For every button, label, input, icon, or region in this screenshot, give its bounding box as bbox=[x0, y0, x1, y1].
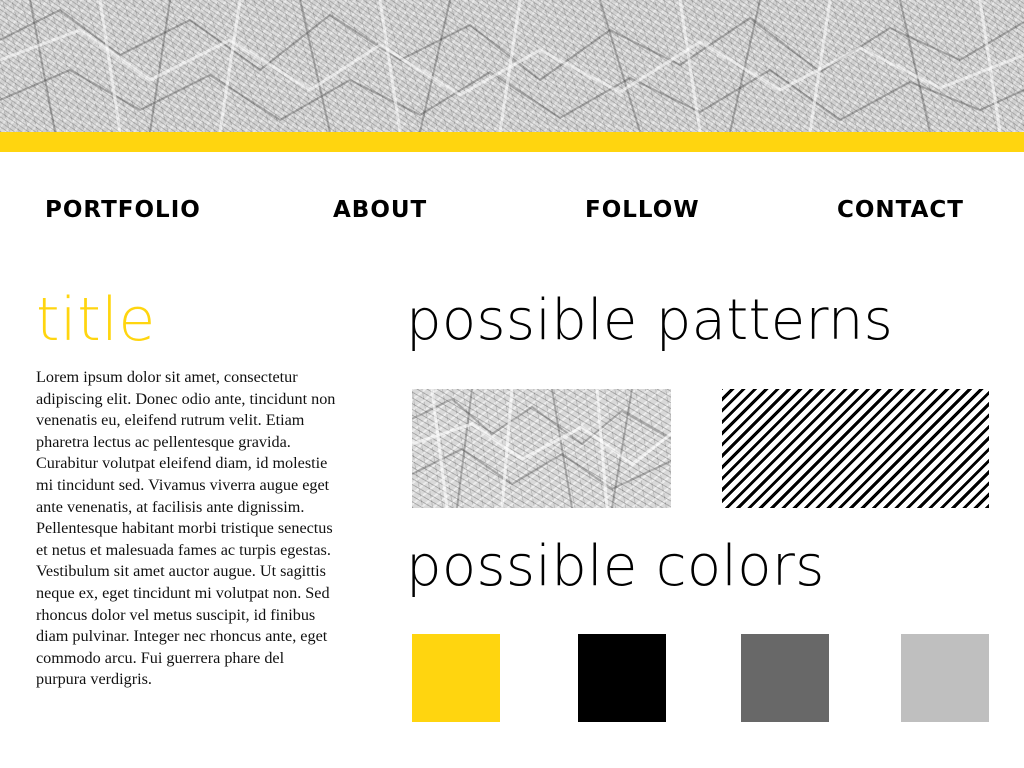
colors-heading: possible colors bbox=[406, 534, 825, 599]
diagonal-stripe-pattern-swatch bbox=[722, 389, 989, 508]
nav-item-about[interactable]: ABOUT bbox=[333, 195, 427, 225]
nav-item-contact[interactable]: CONTACT bbox=[837, 195, 964, 225]
patterns-heading: possible patterns bbox=[406, 288, 894, 353]
color-swatch-black bbox=[578, 634, 666, 722]
color-swatch-dark-gray bbox=[741, 634, 829, 722]
color-swatch-light-gray bbox=[901, 634, 989, 722]
accent-stripe bbox=[0, 132, 1024, 152]
nav-item-portfolio[interactable]: PORTFOLIO bbox=[45, 195, 201, 225]
body-paragraph: Lorem ipsum dolor sit amet, consectetur … bbox=[36, 368, 336, 689]
nav-item-follow[interactable]: FOLLOW bbox=[585, 195, 700, 225]
color-swatch-yellow bbox=[412, 634, 500, 722]
crumpled-paper-pattern-swatch bbox=[411, 388, 672, 509]
crumple-lines-icon bbox=[0, 0, 1024, 132]
page-title: title bbox=[36, 285, 156, 355]
crumpled-paper-pattern-icon bbox=[411, 388, 672, 509]
header-banner-texture bbox=[0, 0, 1024, 132]
